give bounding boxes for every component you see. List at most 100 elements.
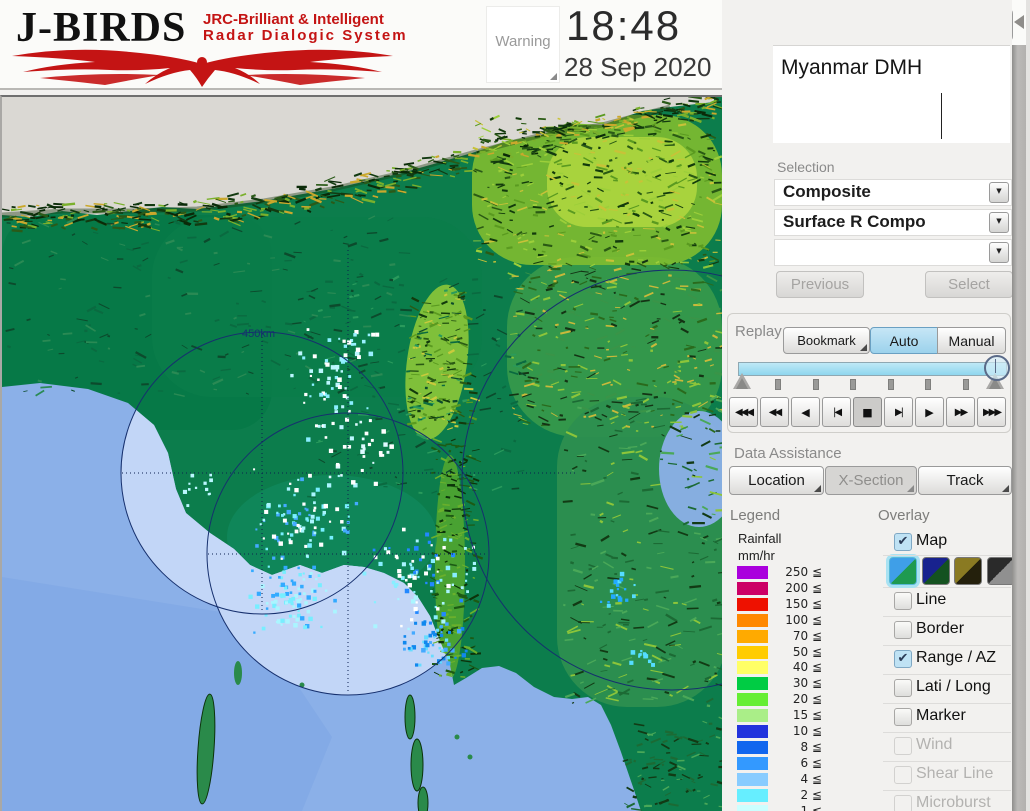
legend-value: 70 ≦: [792, 628, 822, 643]
warning-box[interactable]: Warning: [486, 6, 560, 83]
legend-value: 50 ≦: [792, 644, 822, 659]
radar-map[interactable]: 450km: [0, 95, 724, 811]
legend-label: Legend: [730, 507, 781, 524]
overlay-label: Overlay: [878, 507, 930, 524]
overlay-checkbox-range-az[interactable]: ✔: [894, 650, 912, 668]
slider-start-marker[interactable]: [733, 373, 751, 389]
play-reverse-button[interactable]: ◀: [791, 397, 820, 427]
legend-value: 4 ≦: [800, 771, 822, 786]
overlay-separator: [883, 761, 1011, 762]
overlay-checkbox-marker[interactable]: [894, 708, 912, 726]
dropdown-product[interactable]: Surface R Compo ▼: [774, 209, 1012, 236]
location-button[interactable]: Location: [729, 466, 824, 495]
overlay-item-label: Border: [916, 620, 965, 637]
overlay-separator: [883, 674, 1011, 675]
play-button[interactable]: ▶: [915, 397, 944, 427]
overlay-item-label: Shear Line: [916, 765, 994, 782]
site-info-divider: [941, 93, 942, 139]
overlay-checkbox-lati-long[interactable]: [894, 679, 912, 697]
button-label: Track: [946, 472, 984, 489]
map-style-day-swatch[interactable]: [889, 557, 917, 585]
legend-value: 15 ≦: [792, 708, 822, 723]
step-last-button[interactable]: ▶|: [884, 397, 913, 427]
terrain-radar-canvas: 450km: [2, 97, 722, 811]
legend-value: 8 ≦: [800, 739, 822, 754]
panel-collapse-icon[interactable]: [1014, 15, 1024, 29]
replay-slider-track[interactable]: [738, 362, 1007, 376]
overlay-checkbox-microburst[interactable]: [894, 795, 912, 811]
overlay-separator: [883, 732, 1011, 733]
clock-date: 28 Sep 2020: [564, 52, 712, 82]
fast-forward-2-button[interactable]: ▶▶: [946, 397, 975, 427]
step-first-button[interactable]: |◀: [822, 397, 851, 427]
clock-time: 18:48: [566, 2, 682, 49]
legend-value: 250 ≦: [785, 565, 822, 579]
chevron-down-icon[interactable]: ▼: [989, 182, 1009, 203]
stop-button[interactable]: ■: [853, 397, 882, 427]
slider-tick: [850, 379, 856, 390]
bookmark-label: Bookmark: [797, 333, 856, 348]
chevron-down-icon[interactable]: ▼: [989, 212, 1009, 233]
overlay-item-label: Microburst: [916, 794, 991, 811]
site-name: Myanmar DMH: [781, 56, 923, 79]
slider-tick: [962, 379, 969, 390]
map-style-olive-swatch[interactable]: [954, 557, 982, 585]
overlay-separator: [883, 790, 1011, 791]
overlay-separator: [883, 645, 1011, 646]
slider-tick: [812, 379, 819, 390]
auto-button[interactable]: Auto: [870, 327, 938, 354]
overlay-separator: [883, 587, 1011, 588]
menu-corner-icon: [860, 344, 867, 351]
dropdown-product-value: Surface R Compo: [783, 212, 926, 231]
overlay-separator: [883, 555, 1011, 556]
overlay-item-label: Lati / Long: [916, 678, 991, 695]
chevron-down-icon[interactable]: ▼: [989, 242, 1009, 263]
fast-rewind-3-button[interactable]: ◀◀◀: [729, 397, 758, 427]
logo-tagline-2: Radar Dialogic System: [203, 27, 408, 44]
map-style-dark-blue-swatch[interactable]: [921, 557, 950, 585]
legend-value: 6 ≦: [800, 755, 822, 770]
replay-label: Replay: [735, 323, 782, 340]
overlay-checkbox-wind[interactable]: [894, 737, 912, 755]
dropdown-composite[interactable]: Composite ▼: [774, 179, 1012, 206]
data-assistance-label: Data Assistance: [734, 445, 842, 462]
overlay-checkbox-shear-line[interactable]: [894, 766, 912, 784]
legend-value: 1 ≦: [800, 803, 822, 811]
x-section-button[interactable]: X-Section: [825, 466, 917, 495]
overlay-separator: [883, 616, 1011, 617]
button-label: X-Section: [838, 472, 904, 489]
select-button[interactable]: Select: [925, 271, 1013, 298]
menu-corner-icon: [907, 485, 914, 492]
slider-tick: [775, 379, 781, 390]
panel-edge-strip[interactable]: [1012, 45, 1026, 811]
legend-value: 40 ≦: [792, 660, 822, 675]
overlay-checkbox-line[interactable]: [894, 592, 912, 610]
replay-slider-handle[interactable]: [984, 355, 1010, 381]
manual-button[interactable]: Manual: [937, 327, 1006, 354]
slider-tick: [887, 379, 894, 390]
overlay-checkbox-map[interactable]: ✔: [894, 533, 912, 551]
warning-label: Warning: [495, 33, 551, 50]
button-label: Location: [748, 472, 805, 489]
overlay-checkbox-border[interactable]: [894, 621, 912, 639]
legend-value: 200 ≦: [785, 580, 822, 595]
map-style-mono-swatch[interactable]: [986, 557, 1015, 585]
menu-corner-icon: [1002, 485, 1009, 492]
legend-value: 150 ≦: [785, 596, 822, 611]
legend-value: 10 ≦: [792, 724, 822, 738]
dropdown-extra[interactable]: ▼: [774, 239, 1012, 266]
previous-button[interactable]: Previous: [776, 271, 864, 298]
overlay-item-label: Map: [916, 532, 948, 549]
fast-forward-3-button[interactable]: ▶▶▶: [977, 397, 1006, 427]
site-info-box: Myanmar DMH: [773, 45, 1010, 143]
legend-value: 30 ≦: [792, 676, 822, 691]
selection-label: Selection: [777, 159, 835, 175]
dropdown-composite-value: Composite: [783, 182, 871, 201]
fast-rewind-2-button[interactable]: ◀◀: [760, 397, 789, 427]
jbirds-app: J-BIRDS JRC-Brilliant & Intelligent Rada…: [0, 0, 1030, 811]
track-button[interactable]: Track: [918, 466, 1012, 495]
menu-corner-icon: [814, 485, 821, 492]
bookmark-button[interactable]: Bookmark: [783, 327, 870, 354]
window-right-edge: [1026, 0, 1030, 811]
legend-value: 2 ≦: [800, 787, 822, 802]
